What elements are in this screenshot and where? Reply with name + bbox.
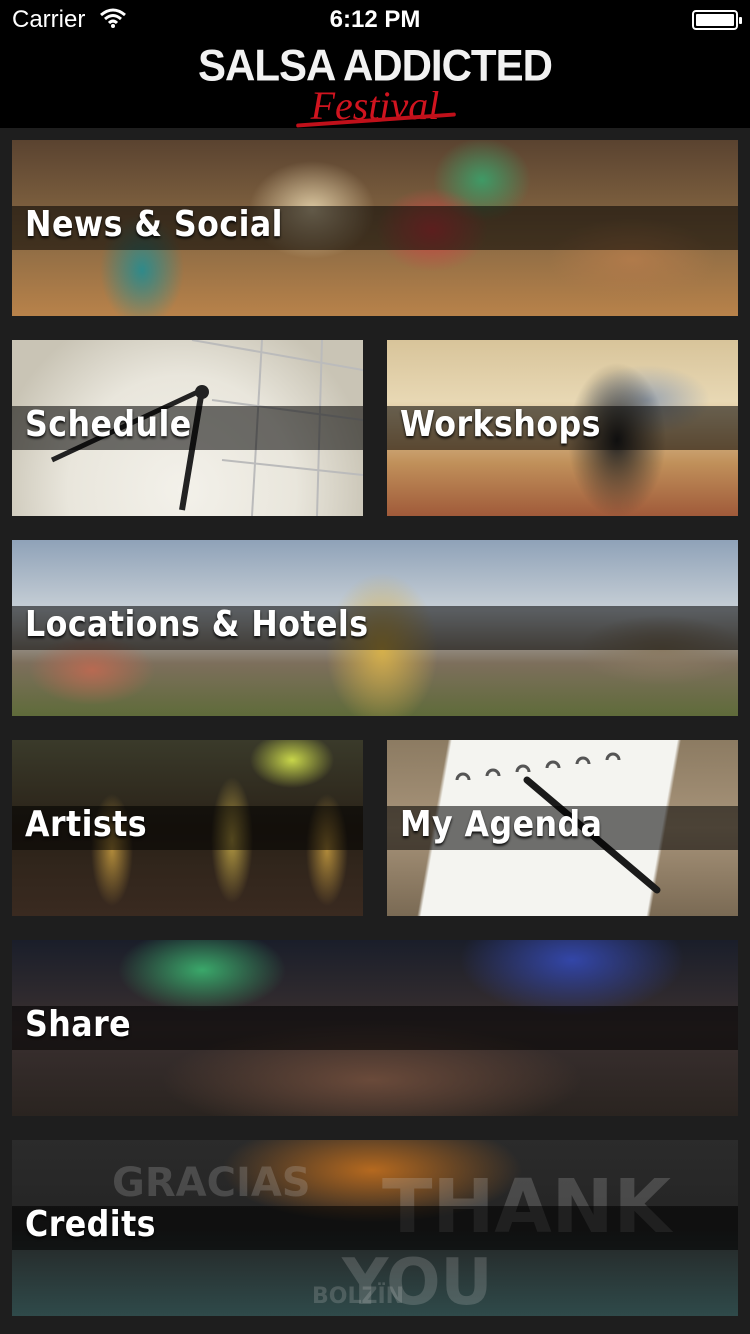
tile-label: Schedule <box>25 404 192 445</box>
tile-my-agenda[interactable]: My Agenda <box>387 740 738 916</box>
tile-label: Artists <box>25 804 148 845</box>
credits-word: BOLZÏN <box>312 1284 405 1309</box>
tile-workshops[interactable]: Workshops <box>387 340 738 516</box>
tile-news-social[interactable]: News & Social <box>12 140 738 316</box>
tile-label: Workshops <box>400 404 601 445</box>
tile-locations-hotels[interactable]: Locations & Hotels <box>12 540 738 716</box>
app-header: SALSA ADDICTED Festival <box>0 40 750 128</box>
tile-credits[interactable]: GRACIAS THANK YOU BOLZÏN Credits <box>12 1140 738 1316</box>
battery-icon <box>692 10 742 30</box>
status-bar: Carrier 6:12 PM <box>0 0 750 40</box>
tile-schedule[interactable]: Schedule <box>12 340 363 516</box>
credits-word: GRACIAS <box>112 1160 311 1206</box>
tile-artists[interactable]: Artists <box>12 740 363 916</box>
tile-share[interactable]: Share <box>12 940 738 1116</box>
tile-label: News & Social <box>25 204 283 245</box>
tile-label: Credits <box>25 1204 156 1245</box>
tile-label: Locations & Hotels <box>25 604 369 645</box>
menu-grid: News & Social Schedule Workshops Locatio… <box>0 128 750 1334</box>
status-time: 6:12 PM <box>329 6 421 33</box>
tile-label: My Agenda <box>400 804 603 845</box>
tile-label: Share <box>25 1004 132 1045</box>
